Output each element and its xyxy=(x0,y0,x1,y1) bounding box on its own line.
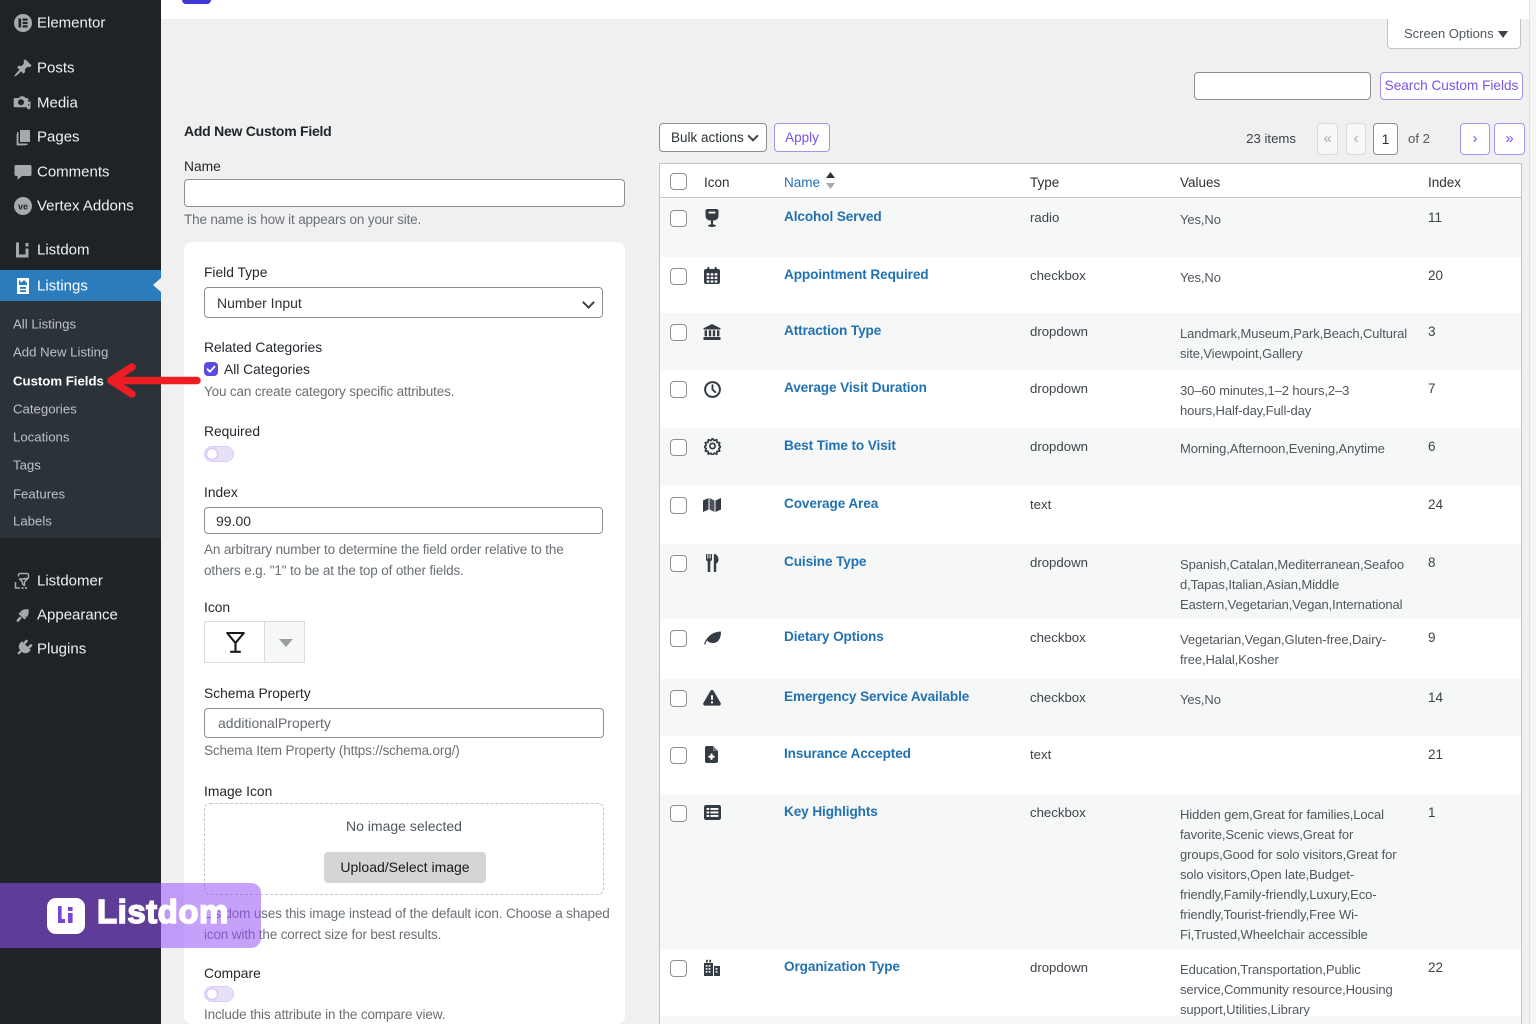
svg-text:ve: ve xyxy=(18,201,28,211)
